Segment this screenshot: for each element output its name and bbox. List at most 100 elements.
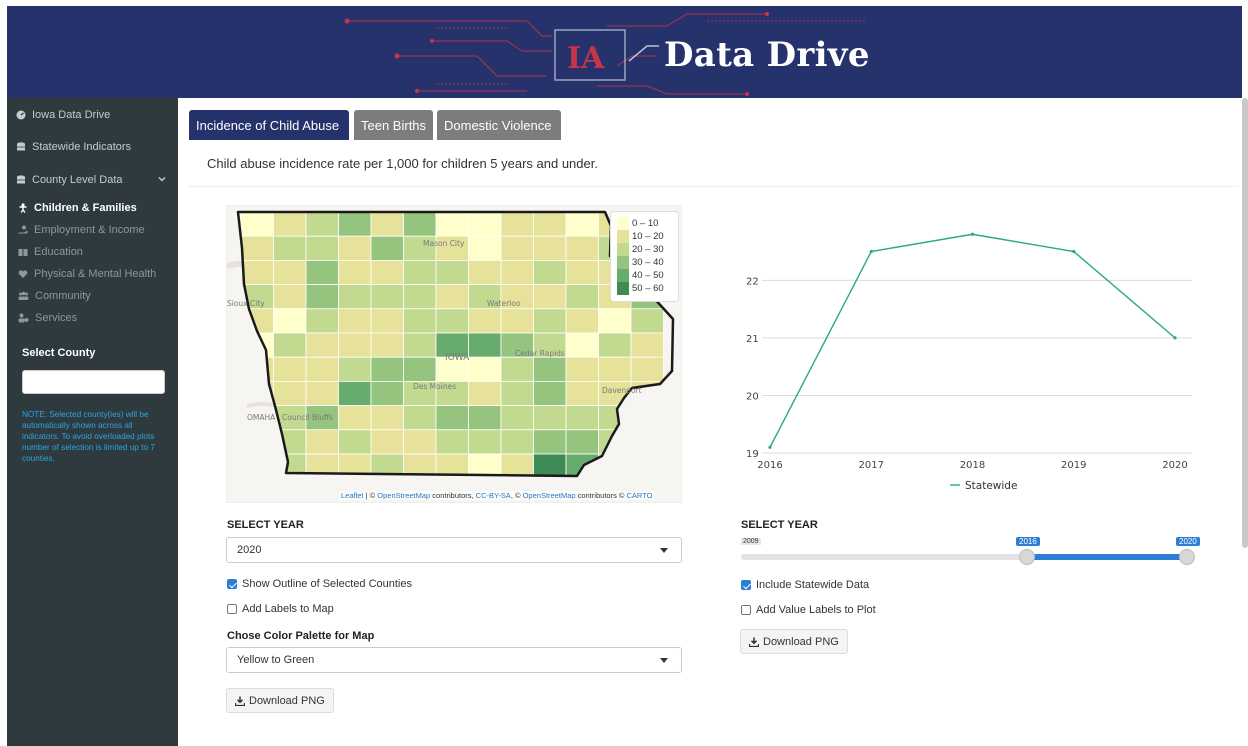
county-polygon[interactable]: [240, 235, 274, 261]
county-polygon[interactable]: [500, 429, 534, 455]
checkbox-checked-icon[interactable]: [227, 579, 237, 589]
county-polygon[interactable]: [533, 356, 567, 382]
county-polygon[interactable]: [338, 332, 372, 358]
county-polygon[interactable]: [435, 260, 469, 286]
tab-teen-births[interactable]: Teen Births: [354, 110, 433, 140]
county-polygon[interactable]: [403, 429, 437, 455]
sidebar-item-statewide-indicators[interactable]: Statewide Indicators: [16, 141, 131, 153]
county-polygon[interactable]: [533, 308, 567, 334]
county-polygon[interactable]: [565, 332, 599, 358]
county-polygon[interactable]: [598, 332, 632, 358]
slider-handle-to[interactable]: [1179, 549, 1195, 565]
county-polygon[interactable]: [598, 405, 632, 431]
county-polygon[interactable]: [273, 260, 307, 286]
county-polygon[interactable]: [565, 429, 599, 455]
county-polygon[interactable]: [240, 453, 274, 478]
county-polygon[interactable]: [370, 212, 404, 237]
county-polygon[interactable]: [305, 260, 339, 286]
county-polygon[interactable]: [370, 332, 404, 358]
county-polygon[interactable]: [630, 405, 664, 431]
county-polygon[interactable]: [565, 284, 599, 310]
county-polygon[interactable]: [500, 405, 534, 431]
county-polygon[interactable]: [403, 308, 437, 334]
county-polygon[interactable]: [533, 212, 567, 237]
county-polygon[interactable]: [370, 260, 404, 286]
county-polygon[interactable]: [370, 308, 404, 334]
county-polygon[interactable]: [565, 356, 599, 382]
include-statewide-checkbox[interactable]: Include Statewide Data: [741, 579, 869, 591]
county-polygon[interactable]: [468, 356, 502, 382]
osm-link[interactable]: OpenStreetMap: [523, 491, 576, 500]
county-polygon[interactable]: [533, 380, 567, 406]
sidebar-subitem-services[interactable]: Services: [18, 312, 77, 324]
county-polygon[interactable]: [273, 212, 307, 237]
county-polygon[interactable]: [598, 356, 632, 382]
county-polygon[interactable]: [630, 356, 664, 382]
county-polygon[interactable]: [305, 308, 339, 334]
county-polygon[interactable]: [468, 332, 502, 358]
download-plot-button[interactable]: Download PNG: [740, 629, 848, 654]
county-search-input[interactable]: [22, 370, 165, 394]
county-polygon[interactable]: [370, 235, 404, 261]
county-polygon[interactable]: [273, 308, 307, 334]
county-polygon[interactable]: [468, 429, 502, 455]
county-polygon[interactable]: [598, 453, 632, 478]
palette-select[interactable]: Yellow to Green: [226, 647, 682, 673]
cc-by-sa-link[interactable]: CC-BY-SA: [476, 491, 511, 500]
county-polygon[interactable]: [403, 356, 437, 382]
county-polygon[interactable]: [630, 429, 664, 455]
county-polygon[interactable]: [338, 284, 372, 310]
county-polygon[interactable]: [273, 380, 307, 406]
county-polygon[interactable]: [500, 235, 534, 261]
checkbox-checked-icon[interactable]: [741, 580, 751, 590]
show-outline-checkbox[interactable]: Show Outline of Selected Counties: [227, 578, 412, 590]
county-polygon[interactable]: [500, 356, 534, 382]
page-scrollbar[interactable]: [1242, 98, 1248, 548]
county-polygon[interactable]: [305, 356, 339, 382]
sidebar-subitem-physical-mental-health[interactable]: Physical & Mental Health: [18, 268, 156, 280]
county-polygon[interactable]: [305, 212, 339, 237]
county-polygon[interactable]: [370, 380, 404, 406]
county-polygon[interactable]: [305, 332, 339, 358]
sidebar-item-iowa-data-drive[interactable]: Iowa Data Drive: [16, 109, 110, 121]
county-polygon[interactable]: [500, 308, 534, 334]
checkbox-unchecked-icon[interactable]: [741, 605, 751, 615]
county-polygon[interactable]: [500, 380, 534, 406]
county-polygon[interactable]: [533, 260, 567, 286]
county-polygon[interactable]: [240, 260, 274, 286]
county-polygon[interactable]: [370, 356, 404, 382]
slider-handle-from[interactable]: [1019, 549, 1035, 565]
county-polygon[interactable]: [305, 429, 339, 455]
county-polygon[interactable]: [240, 332, 274, 358]
sidebar-subitem-community[interactable]: Community: [18, 290, 91, 302]
county-polygon[interactable]: [338, 429, 372, 455]
county-polygon[interactable]: [565, 260, 599, 286]
county-polygon[interactable]: [273, 356, 307, 382]
county-polygon[interactable]: [338, 260, 372, 286]
county-polygon[interactable]: [338, 235, 372, 261]
tab-incidence-of-child-abuse[interactable]: Incidence of Child Abuse: [189, 110, 349, 140]
county-polygon[interactable]: [565, 212, 599, 237]
county-polygon[interactable]: [468, 380, 502, 406]
add-value-labels-checkbox[interactable]: Add Value Labels to Plot: [741, 604, 876, 616]
county-polygon[interactable]: [533, 405, 567, 431]
add-labels-checkbox[interactable]: Add Labels to Map: [227, 603, 334, 615]
county-polygon[interactable]: [468, 212, 502, 237]
county-polygon[interactable]: [565, 235, 599, 261]
county-polygon[interactable]: [630, 453, 664, 478]
county-polygon[interactable]: [370, 429, 404, 455]
county-polygon[interactable]: [338, 380, 372, 406]
county-polygon[interactable]: [435, 429, 469, 455]
county-polygon[interactable]: [468, 260, 502, 286]
county-polygon[interactable]: [435, 308, 469, 334]
county-polygon[interactable]: [370, 284, 404, 310]
county-polygon[interactable]: [403, 260, 437, 286]
county-polygon[interactable]: [468, 308, 502, 334]
county-polygon[interactable]: [305, 235, 339, 261]
county-polygon[interactable]: [630, 308, 664, 334]
county-polygon[interactable]: [403, 284, 437, 310]
leaflet-link[interactable]: Leaflet: [341, 491, 364, 500]
county-polygon[interactable]: [273, 284, 307, 310]
tab-domestic-violence[interactable]: Domestic Violence: [437, 110, 561, 140]
download-map-button[interactable]: Download PNG: [226, 688, 334, 713]
